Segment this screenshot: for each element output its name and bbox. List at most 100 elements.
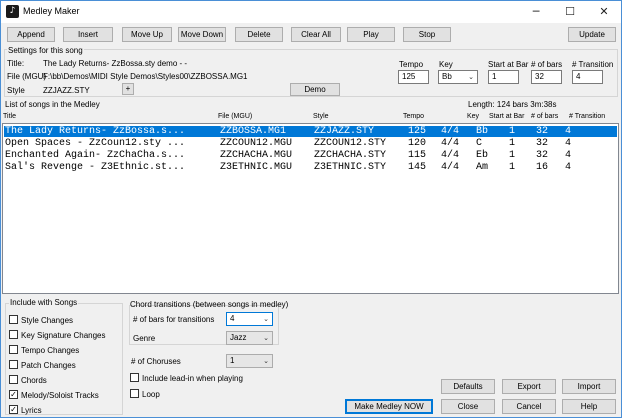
row-meter: 4/4 xyxy=(441,126,460,137)
bars-field[interactable]: 32 xyxy=(531,70,562,84)
row-file: ZZBOSSA.MG1 xyxy=(220,126,287,137)
help-button[interactable]: Help xyxy=(562,399,616,414)
row-bars: 32 xyxy=(536,150,549,161)
row-key: Am xyxy=(476,162,489,173)
row-style: Z3ETHNIC.STY xyxy=(314,162,387,173)
column-style[interactable]: Style xyxy=(313,113,329,120)
row-bars: 32 xyxy=(536,126,549,137)
style-value: ZZJAZZ.STY xyxy=(43,86,90,95)
style-label: Style xyxy=(7,86,25,95)
style-changes-checkbox[interactable] xyxy=(9,315,18,324)
row-file: ZZCHACHA.MGU xyxy=(220,150,293,161)
make-medley-now-button[interactable]: Make Medley NOW xyxy=(345,399,433,414)
import-button[interactable]: Import xyxy=(562,379,616,394)
title-label: Title: xyxy=(7,59,25,68)
patch-changes-checkbox[interactable] xyxy=(9,360,18,369)
table-row[interactable]: Open Spaces - ZzCoun12.sty ... ZZCOUN12.… xyxy=(4,138,617,149)
column-start-at-bar[interactable]: Start at Bar xyxy=(489,113,524,120)
transition-bars-select[interactable]: 4 ⌄ xyxy=(226,312,273,326)
bars-label: # of bars xyxy=(531,60,563,69)
medley-maker-app-icon: ♪ xyxy=(6,5,19,18)
medley-maker-window: ♪ Medley Maker ─ ☐ ✕ Append Insert Move … xyxy=(0,0,622,418)
export-button[interactable]: Export xyxy=(502,379,556,394)
column-key[interactable]: Key xyxy=(467,113,479,120)
transition-bars-label: # of bars for transitions xyxy=(133,315,215,324)
column-bars[interactable]: # of bars xyxy=(531,113,558,120)
song-title-value: The Lady Returns- ZzBossa.sty demo - - xyxy=(43,59,188,68)
close-button[interactable]: Close xyxy=(441,399,495,414)
file-path-value: F:\bb\Demos\MIDI Style Demos\Styles00\ZZ… xyxy=(43,72,248,81)
key-select[interactable]: Bb ⌄ xyxy=(438,70,478,84)
delete-button[interactable]: Delete xyxy=(235,27,283,42)
row-style: ZZCOUN12.STY xyxy=(314,138,387,149)
row-tempo: 145 xyxy=(408,162,427,173)
melody-soloist-tracks-checkbox[interactable]: ✓ xyxy=(9,390,18,399)
move-down-button[interactable]: Move Down xyxy=(178,27,226,42)
title-bar: ♪ Medley Maker ─ ☐ ✕ xyxy=(1,1,621,23)
demo-button[interactable]: Demo xyxy=(290,83,340,96)
defaults-button[interactable]: Defaults xyxy=(441,379,495,394)
key-signature-changes-checkbox[interactable] xyxy=(9,330,18,339)
row-tempo: 115 xyxy=(408,150,427,161)
medley-length: Length: 124 bars 3m:38s xyxy=(468,100,557,109)
start-at-bar-field[interactable]: 1 xyxy=(488,70,519,84)
list-heading: List of songs in the Medley xyxy=(5,100,100,109)
row-file: Z3ETHNIC.MGU xyxy=(220,162,293,173)
column-transition[interactable]: # Transition xyxy=(569,113,605,120)
chords-checkbox[interactable] xyxy=(9,375,18,384)
maximize-button[interactable]: ☐ xyxy=(553,1,587,23)
column-file[interactable]: File (MGU) xyxy=(218,113,252,120)
patch-changes-label: Patch Changes xyxy=(21,361,76,370)
move-up-button[interactable]: Move Up xyxy=(122,27,172,42)
loop-checkbox[interactable] xyxy=(130,389,139,398)
row-start: 1 xyxy=(509,138,516,149)
column-title[interactable]: Title xyxy=(3,113,16,120)
tempo-changes-checkbox[interactable] xyxy=(9,345,18,354)
row-start: 1 xyxy=(509,162,516,173)
tempo-field[interactable]: 125 xyxy=(398,70,429,84)
update-button[interactable]: Update xyxy=(568,27,616,42)
lead-in-label: Include lead-in when playing xyxy=(142,374,243,383)
row-start: 1 xyxy=(509,126,516,137)
chevron-down-icon: ⌄ xyxy=(263,334,269,342)
chevron-down-icon: ⌄ xyxy=(468,73,474,81)
key-label: Key xyxy=(439,60,453,69)
table-row[interactable]: Sal's Revenge - Z3Ethnic.st... Z3ETHNIC.… xyxy=(4,162,617,173)
window-title: Medley Maker xyxy=(23,6,80,16)
songs-list[interactable]: The Lady Returns- ZzBossa.s... ZZBOSSA.M… xyxy=(2,123,619,294)
genre-select[interactable]: Jazz ⌄ xyxy=(226,331,273,345)
file-label: File (MGU) xyxy=(7,72,47,81)
row-style: ZZCHACHA.STY xyxy=(314,150,387,161)
close-window-button[interactable]: ✕ xyxy=(587,1,621,23)
clear-all-button[interactable]: Clear All xyxy=(291,27,341,42)
genre-value: Jazz xyxy=(230,333,247,342)
tempo-label: Tempo xyxy=(399,60,424,69)
table-row[interactable]: The Lady Returns- ZzBossa.s... ZZBOSSA.M… xyxy=(4,126,617,137)
column-tempo[interactable]: Tempo xyxy=(403,113,424,120)
row-meter: 4/4 xyxy=(441,150,460,161)
row-key: Bb xyxy=(476,126,489,137)
row-meter: 4/4 xyxy=(441,138,460,149)
minimize-button[interactable]: ─ xyxy=(519,1,553,23)
row-title: Sal's Revenge - Z3Ethnic.st... xyxy=(5,162,186,173)
choruses-value: 1 xyxy=(230,356,235,365)
play-button[interactable]: Play xyxy=(347,27,395,42)
transition-bars-value: 4 xyxy=(230,314,235,323)
lyrics-checkbox[interactable]: ✓ xyxy=(9,405,18,414)
table-row[interactable]: Enchanted Again- ZzChaCha.s... ZZCHACHA.… xyxy=(4,150,617,161)
insert-button[interactable]: Insert xyxy=(63,27,113,42)
lead-in-checkbox[interactable] xyxy=(130,373,139,382)
row-meter: 4/4 xyxy=(441,162,460,173)
row-title: Open Spaces - ZzCoun12.sty ... xyxy=(5,138,186,149)
row-bars: 32 xyxy=(536,138,549,149)
chevron-down-icon: ⌄ xyxy=(263,315,269,323)
transition-field[interactable]: 4 xyxy=(572,70,603,84)
append-button[interactable]: Append xyxy=(7,27,55,42)
add-style-button[interactable]: + xyxy=(122,83,134,95)
cancel-button[interactable]: Cancel xyxy=(502,399,556,414)
row-title: Enchanted Again- ZzChaCha.s... xyxy=(5,150,186,161)
choruses-select[interactable]: 1 ⌄ xyxy=(226,354,273,368)
chevron-down-icon: ⌄ xyxy=(263,357,269,365)
row-transition: 4 xyxy=(565,150,572,161)
stop-button[interactable]: Stop xyxy=(403,27,451,42)
